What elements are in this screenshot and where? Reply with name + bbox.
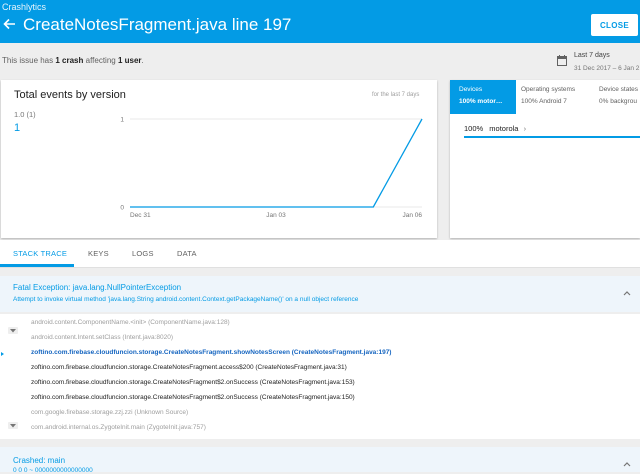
stack-frame[interactable]: zoftino.com.firebase.cloudfuncion.storag… [31,394,355,401]
states-tab-heading: Device states [599,86,639,93]
issue-summary: This issue has 1 crash affecting 1 user. [2,56,144,65]
expand-frames-toggle[interactable] [8,422,18,429]
crashed-thread-title: Crashed: main [13,456,66,465]
devices-tab-value: 100% motor… [459,98,503,105]
tab-operating-systems[interactable]: Operating systems 100% Android 7 [512,80,578,114]
series-line [130,118,423,208]
close-button[interactable]: CLOSE [591,14,638,36]
device-percent: 100% [464,124,484,133]
stack-frames: android.content.ComponentName.<init> (Co… [0,314,640,439]
detail-tabs: STACK TRACE KEYS LOGS DATA [0,240,640,268]
app-name: Crashlytics [2,2,47,12]
exception-message: Attempt to invoke virtual method 'java.l… [13,296,359,303]
date-filter-range: 31 Dec 2017 – 6 Jan 2 [574,65,640,72]
tab-device-states[interactable]: Device states 0% backgrou [590,80,640,114]
page-title: CreateNotesFragment.java line 197 [23,15,292,34]
y-tick-label: 0 [120,205,124,212]
tab-data[interactable]: DATA [177,249,197,258]
stack-frame[interactable]: com.android.internal.os.ZygoteInit.main … [31,424,206,431]
tab-keys[interactable]: KEYS [88,249,109,258]
os-tab-heading: Operating systems [521,86,576,93]
chevron-up-icon[interactable] [623,461,631,467]
stack-frame-highlighted[interactable]: zoftino.com.firebase.cloudfuncion.storag… [31,349,391,356]
x-tick-label: Jan 03 [266,212,286,219]
y-tick-label: 1 [120,117,124,124]
stack-frame[interactable]: zoftino.com.firebase.cloudfuncion.storag… [31,364,347,371]
stack-frame[interactable]: android.content.ComponentName.<init> (Co… [31,319,230,326]
chevron-down-icon [10,424,16,428]
exception-title: Fatal Exception: java.lang.NullPointerEx… [13,283,182,292]
stack-frame[interactable]: com.google.firebase.storage.zzj.zzi (Unk… [31,409,188,416]
tab-logs[interactable]: LOGS [132,249,154,258]
calendar-icon[interactable] [557,55,567,66]
device-row[interactable]: 100% motorola › [464,124,526,133]
date-filter-label[interactable]: Last 7 days [574,52,610,59]
exception-header[interactable]: Fatal Exception: java.lang.NullPointerEx… [0,276,640,312]
devices-tab-heading: Devices [459,86,483,93]
tab-stack-trace[interactable]: STACK TRACE [13,249,67,258]
x-tick-label: Jan 06 [402,212,422,219]
chevron-right-icon: › [523,124,527,133]
os-tab-value: 100% Android 7 [521,98,567,105]
expand-frames-toggle[interactable] [8,327,18,334]
chevron-up-icon[interactable] [623,290,631,296]
tab-devices[interactable]: Devices 100% motor… [450,80,516,114]
crashed-thread-message: 0 0 0 ~ 0000000000000000 [13,467,93,474]
app-bar: Crashlytics CreateNotesFragment.java lin… [0,0,640,43]
chevron-down-icon [10,329,16,333]
events-chart-card: Total events by version for the last 7 d… [1,80,437,238]
device-breakdown-card: Devices 100% motor… Operating systems 10… [450,80,640,238]
events-line-chart: 0 1 Dec 31 Jan 03 Jan 06 [120,117,423,219]
back-arrow-icon[interactable] [2,17,16,31]
x-tick-label: Dec 31 [130,212,151,219]
active-tab-indicator [0,264,74,267]
current-frame-marker-icon [1,352,4,356]
stack-frame[interactable]: zoftino.com.firebase.cloudfuncion.storag… [31,379,355,386]
stack-frame[interactable]: android.content.Intent.setClass (Intent.… [31,334,173,341]
states-tab-value: 0% backgrou [599,98,637,105]
device-name: motorola [489,124,519,133]
device-share-bar [464,136,640,138]
crashed-thread-header[interactable]: Crashed: main 0 0 0 ~ 0000000000000000 [0,447,640,474]
